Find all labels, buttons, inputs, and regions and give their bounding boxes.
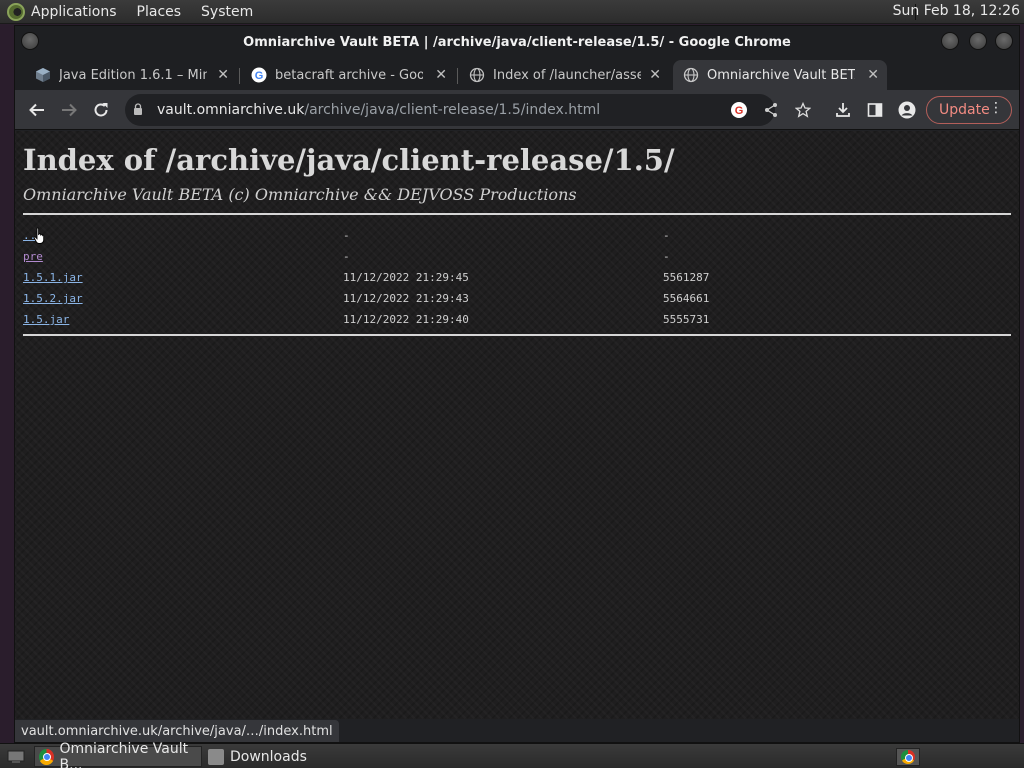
entry-size: - — [663, 250, 670, 263]
system-menu[interactable]: System — [201, 4, 253, 20]
tab-title: Index of /launcher/assets/ — [493, 67, 641, 83]
entry-date: - — [343, 229, 350, 242]
more-vert-icon[interactable]: ⋮ — [989, 100, 1003, 116]
entry-date: 11/12/2022 21:29:40 — [343, 313, 469, 326]
maximize-button[interactable] — [969, 32, 987, 50]
entry-date: 11/12/2022 21:29:45 — [343, 271, 469, 284]
profile-avatar-icon[interactable] — [895, 98, 919, 122]
entry-size: 5555731 — [663, 313, 710, 326]
update-button[interactable]: Update ⋮ — [926, 96, 1012, 124]
google-icon: G — [251, 67, 267, 83]
taskbar-item-label: Downloads — [230, 748, 307, 765]
lock-icon[interactable] — [133, 102, 147, 118]
tab-title: betacraft archive - Google Search — [275, 67, 423, 83]
show-desktop-icon[interactable] — [2, 746, 30, 767]
tab-omniarchive-vault[interactable]: Omniarchive Vault BETA ✕ — [673, 60, 887, 90]
close-window-button[interactable] — [995, 32, 1013, 50]
taskbar-item-label: Omniarchive Vault B... — [59, 740, 189, 768]
tab-google-search[interactable]: G betacraft archive - Google Search ✕ — [241, 60, 455, 90]
entry-size: 5561287 — [663, 271, 710, 284]
applications-menu[interactable]: Applications — [31, 4, 117, 20]
close-tab-icon[interactable]: ✕ — [435, 67, 447, 83]
tab-title: Omniarchive Vault BETA — [707, 67, 855, 83]
desktop-edge-left — [0, 25, 14, 743]
tab-separator — [457, 68, 458, 84]
svg-text:G: G — [255, 70, 264, 82]
globe-icon — [683, 67, 699, 83]
entry-link-pre[interactable]: pre — [23, 250, 43, 263]
download-icon[interactable] — [831, 98, 855, 122]
entry-size: - — [663, 229, 670, 242]
tab-title: Java Edition 1.6.1 – Minecraft — [59, 67, 207, 83]
globe-icon — [469, 67, 485, 83]
bookmark-star-icon[interactable] — [791, 98, 815, 122]
url-host: vault.omniarchive.uk — [157, 102, 305, 118]
forward-arrow-icon[interactable] — [57, 98, 81, 122]
minecraft-icon — [35, 67, 51, 83]
update-label: Update — [939, 102, 990, 118]
entry-link-1-5-jar[interactable]: 1.5.jar — [23, 313, 69, 326]
taskbar-item-chrome[interactable]: Omniarchive Vault B... — [34, 741, 202, 768]
table-row: 1.5.1.jar 11/12/2022 21:29:45 5561287 — [23, 269, 923, 289]
table-row: .. - - — [23, 227, 923, 247]
taskbar-item-downloads[interactable]: Downloads — [204, 746, 384, 767]
divider-bottom — [23, 334, 1011, 336]
table-row: 1.5.2.jar 11/12/2022 21:29:43 5564661 — [23, 290, 923, 310]
tab-strip: Java Edition 1.6.1 – Minecraft ✕ G betac… — [15, 58, 1019, 118]
window-title: Omniarchive Vault BETA | /archive/java/c… — [243, 34, 791, 50]
distro-logo-icon[interactable] — [7, 2, 25, 21]
hand-pointer-cursor-icon — [33, 227, 45, 244]
entry-link-1-5-2-jar[interactable]: 1.5.2.jar — [23, 292, 83, 305]
table-row: pre - - — [23, 248, 923, 268]
workspace-chrome-icon[interactable] — [896, 748, 920, 766]
link-status-bar: vault.omniarchive.uk/archive/java/…/inde… — [15, 720, 339, 742]
places-menu[interactable]: Places — [137, 4, 182, 20]
back-arrow-icon[interactable] — [25, 98, 49, 122]
side-panel-icon[interactable] — [863, 98, 887, 122]
top-panel: Applications Places System Sun Feb 18, 1… — [0, 0, 1024, 24]
address-bar[interactable]: vault.omniarchive.uk/archive/java/client… — [125, 94, 775, 126]
page-content: Index of /archive/java/client-release/1.… — [15, 131, 1019, 719]
folder-icon — [208, 748, 224, 765]
close-tab-icon[interactable]: ✕ — [217, 67, 229, 83]
close-tab-icon[interactable]: ✕ — [867, 67, 879, 83]
browser-toolbar: vault.omniarchive.uk/archive/java/client… — [15, 90, 1019, 130]
taskbar: Omniarchive Vault B... Downloads — [0, 741, 1024, 768]
entry-size: 5564661 — [663, 292, 710, 305]
entry-link-1-5-1-jar[interactable]: 1.5.1.jar — [23, 271, 83, 284]
tab-minecraft-wiki[interactable]: Java Edition 1.6.1 – Minecraft ✕ — [25, 60, 237, 90]
divider-top — [23, 213, 1011, 215]
entry-date: 11/12/2022 21:29:43 — [343, 292, 469, 305]
minimize-button[interactable] — [941, 32, 959, 50]
svg-text:G: G — [735, 105, 744, 117]
reload-icon[interactable] — [89, 98, 113, 122]
window-menu-button[interactable] — [21, 32, 39, 50]
clock[interactable]: Sun Feb 18, 12:26 — [893, 3, 1020, 19]
tab-launcher-assets[interactable]: Index of /launcher/assets/ ✕ — [459, 60, 669, 90]
google-lens-icon[interactable]: G — [727, 98, 751, 122]
close-tab-icon[interactable]: ✕ — [649, 67, 661, 83]
page-title: Index of /archive/java/client-release/1.… — [23, 143, 675, 177]
tab-separator — [239, 68, 240, 84]
url-path: /archive/java/client-release/1.5/index.h… — [304, 102, 601, 118]
window-titlebar[interactable]: Omniarchive Vault BETA | /archive/java/c… — [15, 26, 1019, 58]
browser-window: Omniarchive Vault BETA | /archive/java/c… — [14, 25, 1020, 743]
page-subtitle: Omniarchive Vault BETA (c) Omniarchive &… — [23, 185, 577, 204]
chrome-icon — [39, 748, 54, 765]
table-row: 1.5.jar 11/12/2022 21:29:40 5555731 — [23, 311, 923, 331]
share-icon[interactable] — [759, 98, 783, 122]
entry-date: - — [343, 250, 350, 263]
